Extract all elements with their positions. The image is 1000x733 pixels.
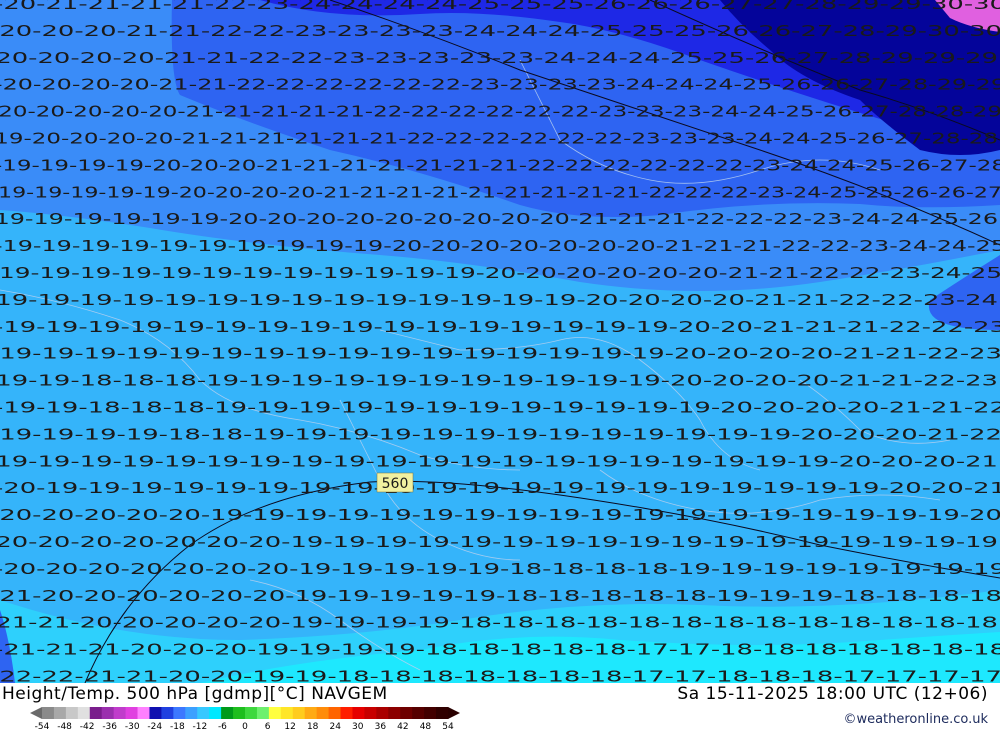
weather-map: -20-21-21-21-21-22-23-24-24-24-24-25-25-… — [0, 0, 1000, 683]
legend-tick-label: -24 — [147, 722, 162, 731]
legend-swatch — [233, 707, 246, 719]
legend-swatch — [304, 707, 318, 719]
legend-swatch — [256, 707, 270, 719]
legend-tick-label: -54 — [35, 722, 50, 731]
temperature-label-row: -22-22-21-21-20-20-19-19-18-18-18-18-18-… — [0, 668, 1000, 684]
temperature-label-row: -20-20-20-20-21-21-22-22-23-23-23-23-23-… — [0, 49, 998, 67]
legend-swatch — [328, 707, 342, 719]
temperature-label-row: -19-19-19-19-18-18-19-19-19-19-19-19-19-… — [0, 425, 1000, 443]
legend-left-arrow — [30, 707, 42, 719]
temperature-label-row: -20-21-21-21-21-22-23-24-24-24-24-25-25-… — [0, 0, 1000, 13]
temperature-label-row: -20-20-20-21-21-22-22-23-23-23-23-24-24-… — [0, 22, 1000, 40]
legend-swatch — [436, 707, 449, 719]
legend-tick-label: 30 — [352, 722, 364, 731]
legend-swatch — [173, 707, 186, 719]
legend-swatch — [292, 707, 306, 719]
legend-swatches — [30, 707, 460, 719]
temperature-label-row: -21-21-20-20-20-20-20-19-19-19-19-18-18-… — [0, 614, 998, 632]
legend-swatch — [137, 707, 150, 719]
legend-swatch — [149, 707, 162, 719]
temperature-label-row: -19-19-19-19-19-19-19-19-19-19-19-19-19-… — [0, 452, 998, 470]
legend-tick-label: 18 — [307, 722, 319, 731]
legend-tick-label: -12 — [193, 722, 208, 731]
temperature-label-row: -19-19-19-19-19-19-19-19-19-19-19-19-20-… — [0, 264, 1000, 282]
legend-tick-label: 42 — [397, 722, 408, 731]
legend-swatch — [340, 707, 353, 719]
legend-swatch — [161, 707, 174, 719]
footer-bar: Height/Temp. 500 hPa [gdmp][°C] NAVGEM S… — [0, 683, 1000, 733]
legend-tick-label: -36 — [102, 722, 117, 731]
temperature-label-row: -19-19-19-19-20-20-20-21-21-21-21-21-21-… — [0, 156, 1000, 174]
legend-tick-label: 0 — [242, 722, 248, 731]
legend-tick-label: -42 — [80, 722, 95, 731]
legend-tick-label: 6 — [265, 722, 271, 731]
legend-swatch — [101, 707, 115, 719]
legend-swatch — [89, 707, 103, 719]
legend-tick-label: -6 — [218, 722, 227, 731]
temperature-label-row: -19-19-19-19-19-19-20-20-20-20-20-20-20-… — [0, 210, 998, 228]
legend-swatch — [209, 707, 222, 719]
legend-right-arrow — [448, 707, 460, 719]
temperature-label-row: -20-20-20-20-20-20-20-19-19-19-19-19-19-… — [0, 533, 998, 551]
legend-swatch — [245, 707, 258, 719]
credit-link[interactable]: ©weatheronline.co.uk — [843, 712, 988, 727]
forecast-datetime: Sa 15-11-2025 18:00 UTC (12+06) — [677, 684, 988, 704]
legend-tick-label: 54 — [442, 722, 454, 731]
legend-tick-label: 48 — [420, 722, 432, 731]
color-legend: -54 -48 -42 -36 -30 -24 -18 -12 -6 0 6 12 18 24 30 36 42… — [30, 707, 460, 731]
legend-swatch — [221, 707, 234, 719]
temperature-label-row: -19-19-19-19-19-19-19-19-19-19-20-20-20-… — [0, 237, 1000, 255]
legend-tick-label: 12 — [284, 722, 295, 731]
legend-swatch — [376, 707, 389, 719]
temperature-label-row: -19-19-19-19-19-19-19-19-19-19-19-19-19-… — [0, 291, 998, 309]
temperature-label-row: -20-20-20-20-20-19-19-19-19-19-19-19-19-… — [0, 506, 1000, 524]
legend-swatch — [388, 707, 401, 719]
legend-swatch — [185, 707, 198, 719]
temperature-label-row: -20-20-20-20-20-20-20-19-19-19-19-19-18-… — [0, 560, 1000, 578]
contour-label-560: 560 — [382, 476, 409, 492]
temperature-label-row: -21-20-20-20-20-20-20-19-19-19-19-19-18-… — [0, 587, 1000, 605]
legend-swatch — [42, 707, 55, 719]
legend-swatch — [424, 707, 437, 719]
legend-ticks: -54 -48 -42 -36 -30 -24 -18 -12 -6 0 6 12 18 24 30 36 42… — [35, 722, 454, 731]
legend-swatch — [412, 707, 425, 719]
legend-swatch — [364, 707, 377, 719]
legend-swatch — [53, 707, 67, 719]
legend-swatch — [316, 707, 330, 719]
legend-tick-label: -48 — [57, 722, 72, 731]
map-title: Height/Temp. 500 hPa [gdmp][°C] NAVGEM — [2, 684, 388, 704]
legend-swatch — [65, 707, 79, 719]
temperature-label-row: -19-19-19-19-19-19-19-19-19-19-19-19-19-… — [0, 318, 1000, 336]
legend-swatch — [125, 707, 139, 719]
legend-swatch — [77, 707, 91, 719]
temperature-label-row: -21-21-21-20-20-20-19-19-19-19-18-18-18-… — [0, 641, 1000, 659]
legend-swatch — [268, 707, 282, 719]
temperature-label-row: -19-19-18-18-18-19-19-19-19-19-19-19-19-… — [0, 372, 998, 390]
temperature-label-row: -20-19-19-19-19-19-19-19-19-19-19-19-19-… — [0, 479, 1000, 497]
legend-tick-label: 36 — [375, 722, 387, 731]
legend-swatch — [352, 707, 365, 719]
temperature-label-row: -19-20-20-20-20-21-21-21-21-21-21-22-22-… — [0, 130, 998, 148]
temperature-label-row: -19-19-19-19-19-19-19-19-19-19-19-19-19-… — [0, 345, 1000, 363]
temperature-label-row: -20-20-20-20-21-21-22-22-22-22-22-22-23-… — [0, 76, 1000, 94]
temperature-label-row: -19-19-19-19-19-20-20-20-20-21-21-21-21-… — [0, 183, 1000, 201]
legend-tick-label: 24 — [329, 722, 341, 731]
legend-swatch — [197, 707, 210, 719]
legend-tick-label: -30 — [125, 722, 140, 731]
temperature-label-row: -19-19-18-18-18-19-19-19-19-19-19-19-19-… — [0, 399, 1000, 417]
legend-swatch — [113, 707, 127, 719]
legend-tick-label: -18 — [170, 722, 185, 731]
temperature-label-row: -20-20-20-20-20-21-21-21-21-21-22-22-22-… — [0, 103, 1000, 121]
legend-swatch — [400, 707, 413, 719]
contour-label-box: 560 — [376, 472, 414, 493]
legend-swatch — [280, 707, 294, 719]
